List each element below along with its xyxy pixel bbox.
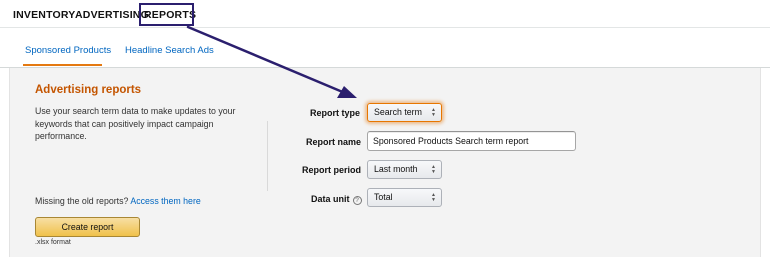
nav-advertising[interactable]: ADVERTISING	[75, 9, 149, 21]
active-tab-indicator	[23, 64, 102, 66]
sub-tabs: Sponsored Products Headline Search Ads	[0, 28, 770, 68]
top-navigation: INVENTORY ADVERTISING REPORTS	[0, 0, 770, 27]
missing-reports-text: Missing the old reports? Access them her…	[35, 196, 201, 206]
reports-description: Use your search term data to make update…	[35, 106, 236, 141]
report-period-select[interactable]: Last month ▲ ▼	[367, 160, 442, 179]
report-period-value: Last month	[374, 164, 418, 174]
data-unit-select[interactable]: Total ▲ ▼	[367, 188, 442, 207]
report-type-select[interactable]: Search term ▲ ▼	[367, 103, 442, 122]
nav-inventory[interactable]: INVENTORY	[13, 9, 75, 21]
tab-headline-search-ads[interactable]: Headline Search Ads	[125, 45, 214, 56]
report-name-input[interactable]	[367, 131, 576, 151]
report-type-label: Report type	[310, 108, 361, 118]
up-down-chevron-icon: ▲ ▼	[431, 192, 436, 203]
report-period-label: Report period	[302, 165, 362, 175]
report-name-label: Report name	[306, 137, 362, 147]
up-down-chevron-icon: ▲ ▼	[431, 107, 436, 118]
tab-sponsored-products[interactable]: Sponsored Products	[25, 45, 111, 56]
data-unit-label-wrap: Data unit?	[311, 194, 362, 205]
up-down-chevron-icon: ▲ ▼	[431, 164, 436, 175]
reports-highlight-box	[139, 3, 194, 26]
info-circle-icon[interactable]: ?	[352, 196, 362, 205]
access-old-reports-link[interactable]: Access them here	[130, 196, 200, 206]
create-report-button[interactable]: Create report	[35, 217, 140, 237]
report-type-value: Search term	[374, 107, 422, 117]
page-title: Advertising reports	[35, 84, 142, 96]
missing-reports-label: Missing the old reports?	[35, 196, 131, 206]
data-unit-label: Data unit	[311, 194, 350, 204]
vertical-divider	[267, 121, 268, 191]
format-note: .xlsx format	[35, 239, 71, 246]
data-unit-value: Total	[374, 192, 393, 202]
